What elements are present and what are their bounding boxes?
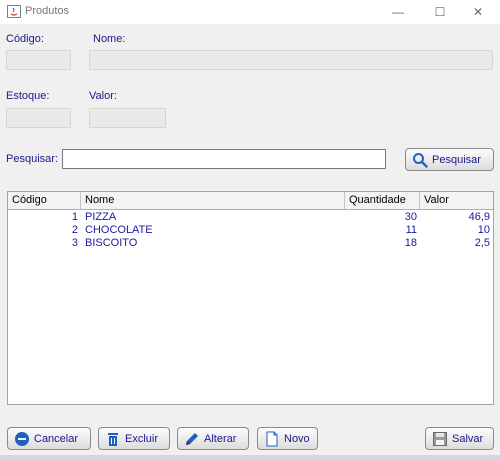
column-header-codigo[interactable]: Código	[8, 192, 81, 209]
search-button-label: Pesquisar	[432, 153, 481, 166]
minimize-icon: —	[392, 5, 404, 19]
cell-valor: 10	[477, 224, 490, 236]
cancel-icon	[15, 431, 29, 446]
java-app-icon	[7, 5, 21, 18]
table-row[interactable]: 2 CHOCOLATE 11 10	[8, 224, 493, 236]
close-button[interactable]: ✕	[458, 0, 498, 24]
delete-button-label: Excluir	[125, 432, 159, 445]
magnifier-icon	[413, 152, 428, 168]
nome-label: Nome:	[93, 33, 126, 45]
new-button-label: Novo	[284, 432, 310, 445]
nome-field[interactable]	[89, 50, 493, 70]
estoque-field[interactable]	[6, 108, 71, 128]
cancel-button[interactable]: Cancelar	[7, 427, 91, 450]
title-bar: Produtos — ☐ ✕	[0, 0, 500, 24]
cell-quantidade: 11	[405, 224, 417, 236]
estoque-label: Estoque:	[6, 90, 50, 102]
products-table[interactable]: Código Nome Quantidade Valor 1 PIZZA 30 …	[7, 191, 494, 405]
column-header-nome[interactable]: Nome	[81, 192, 345, 209]
search-button[interactable]: Pesquisar	[405, 148, 494, 171]
trash-icon	[108, 432, 118, 446]
valor-label: Valor:	[89, 90, 117, 102]
cell-nome: BISCOITO	[85, 237, 138, 249]
cell-valor: 2,5	[474, 237, 490, 249]
new-button[interactable]: Novo	[257, 427, 318, 450]
cell-codigo: 3	[71, 237, 78, 249]
codigo-field[interactable]	[6, 50, 71, 70]
new-document-icon	[266, 431, 278, 446]
cell-quantidade: 30	[404, 211, 417, 223]
delete-button[interactable]: Excluir	[98, 427, 170, 450]
floppy-disk-icon	[433, 431, 447, 446]
cell-codigo: 1	[71, 211, 78, 223]
column-header-quantidade[interactable]: Quantidade	[345, 192, 420, 209]
cancel-button-label: Cancelar	[34, 432, 79, 445]
cell-codigo: 2	[71, 224, 78, 236]
table-row[interactable]: 1 PIZZA 30 46,9	[8, 211, 493, 223]
maximize-icon: ☐	[434, 5, 446, 19]
window-title: Produtos	[25, 5, 70, 17]
edit-button-label: Alterar	[204, 432, 237, 445]
window-bottom-edge	[0, 455, 500, 459]
save-button[interactable]: Salvar	[425, 427, 494, 450]
search-input[interactable]	[62, 149, 386, 169]
table-header: Código Nome Quantidade Valor	[8, 192, 493, 210]
table-row[interactable]: 3 BISCOITO 18 2,5	[8, 237, 493, 249]
search-label: Pesquisar:	[6, 153, 58, 165]
cell-nome: PIZZA	[85, 211, 117, 223]
cell-quantidade: 18	[404, 237, 417, 249]
cell-valor: 46,9	[468, 211, 490, 223]
maximize-button[interactable]: ☐	[420, 0, 460, 24]
column-header-valor[interactable]: Valor	[420, 192, 493, 209]
minimize-button[interactable]: —	[378, 0, 418, 24]
save-button-label: Salvar	[452, 432, 484, 445]
pencil-icon	[186, 432, 198, 445]
close-icon: ✕	[472, 5, 484, 19]
cell-nome: CHOCOLATE	[85, 224, 153, 236]
valor-field[interactable]	[89, 108, 166, 128]
edit-button[interactable]: Alterar	[177, 427, 249, 450]
codigo-label: Código:	[6, 33, 44, 45]
